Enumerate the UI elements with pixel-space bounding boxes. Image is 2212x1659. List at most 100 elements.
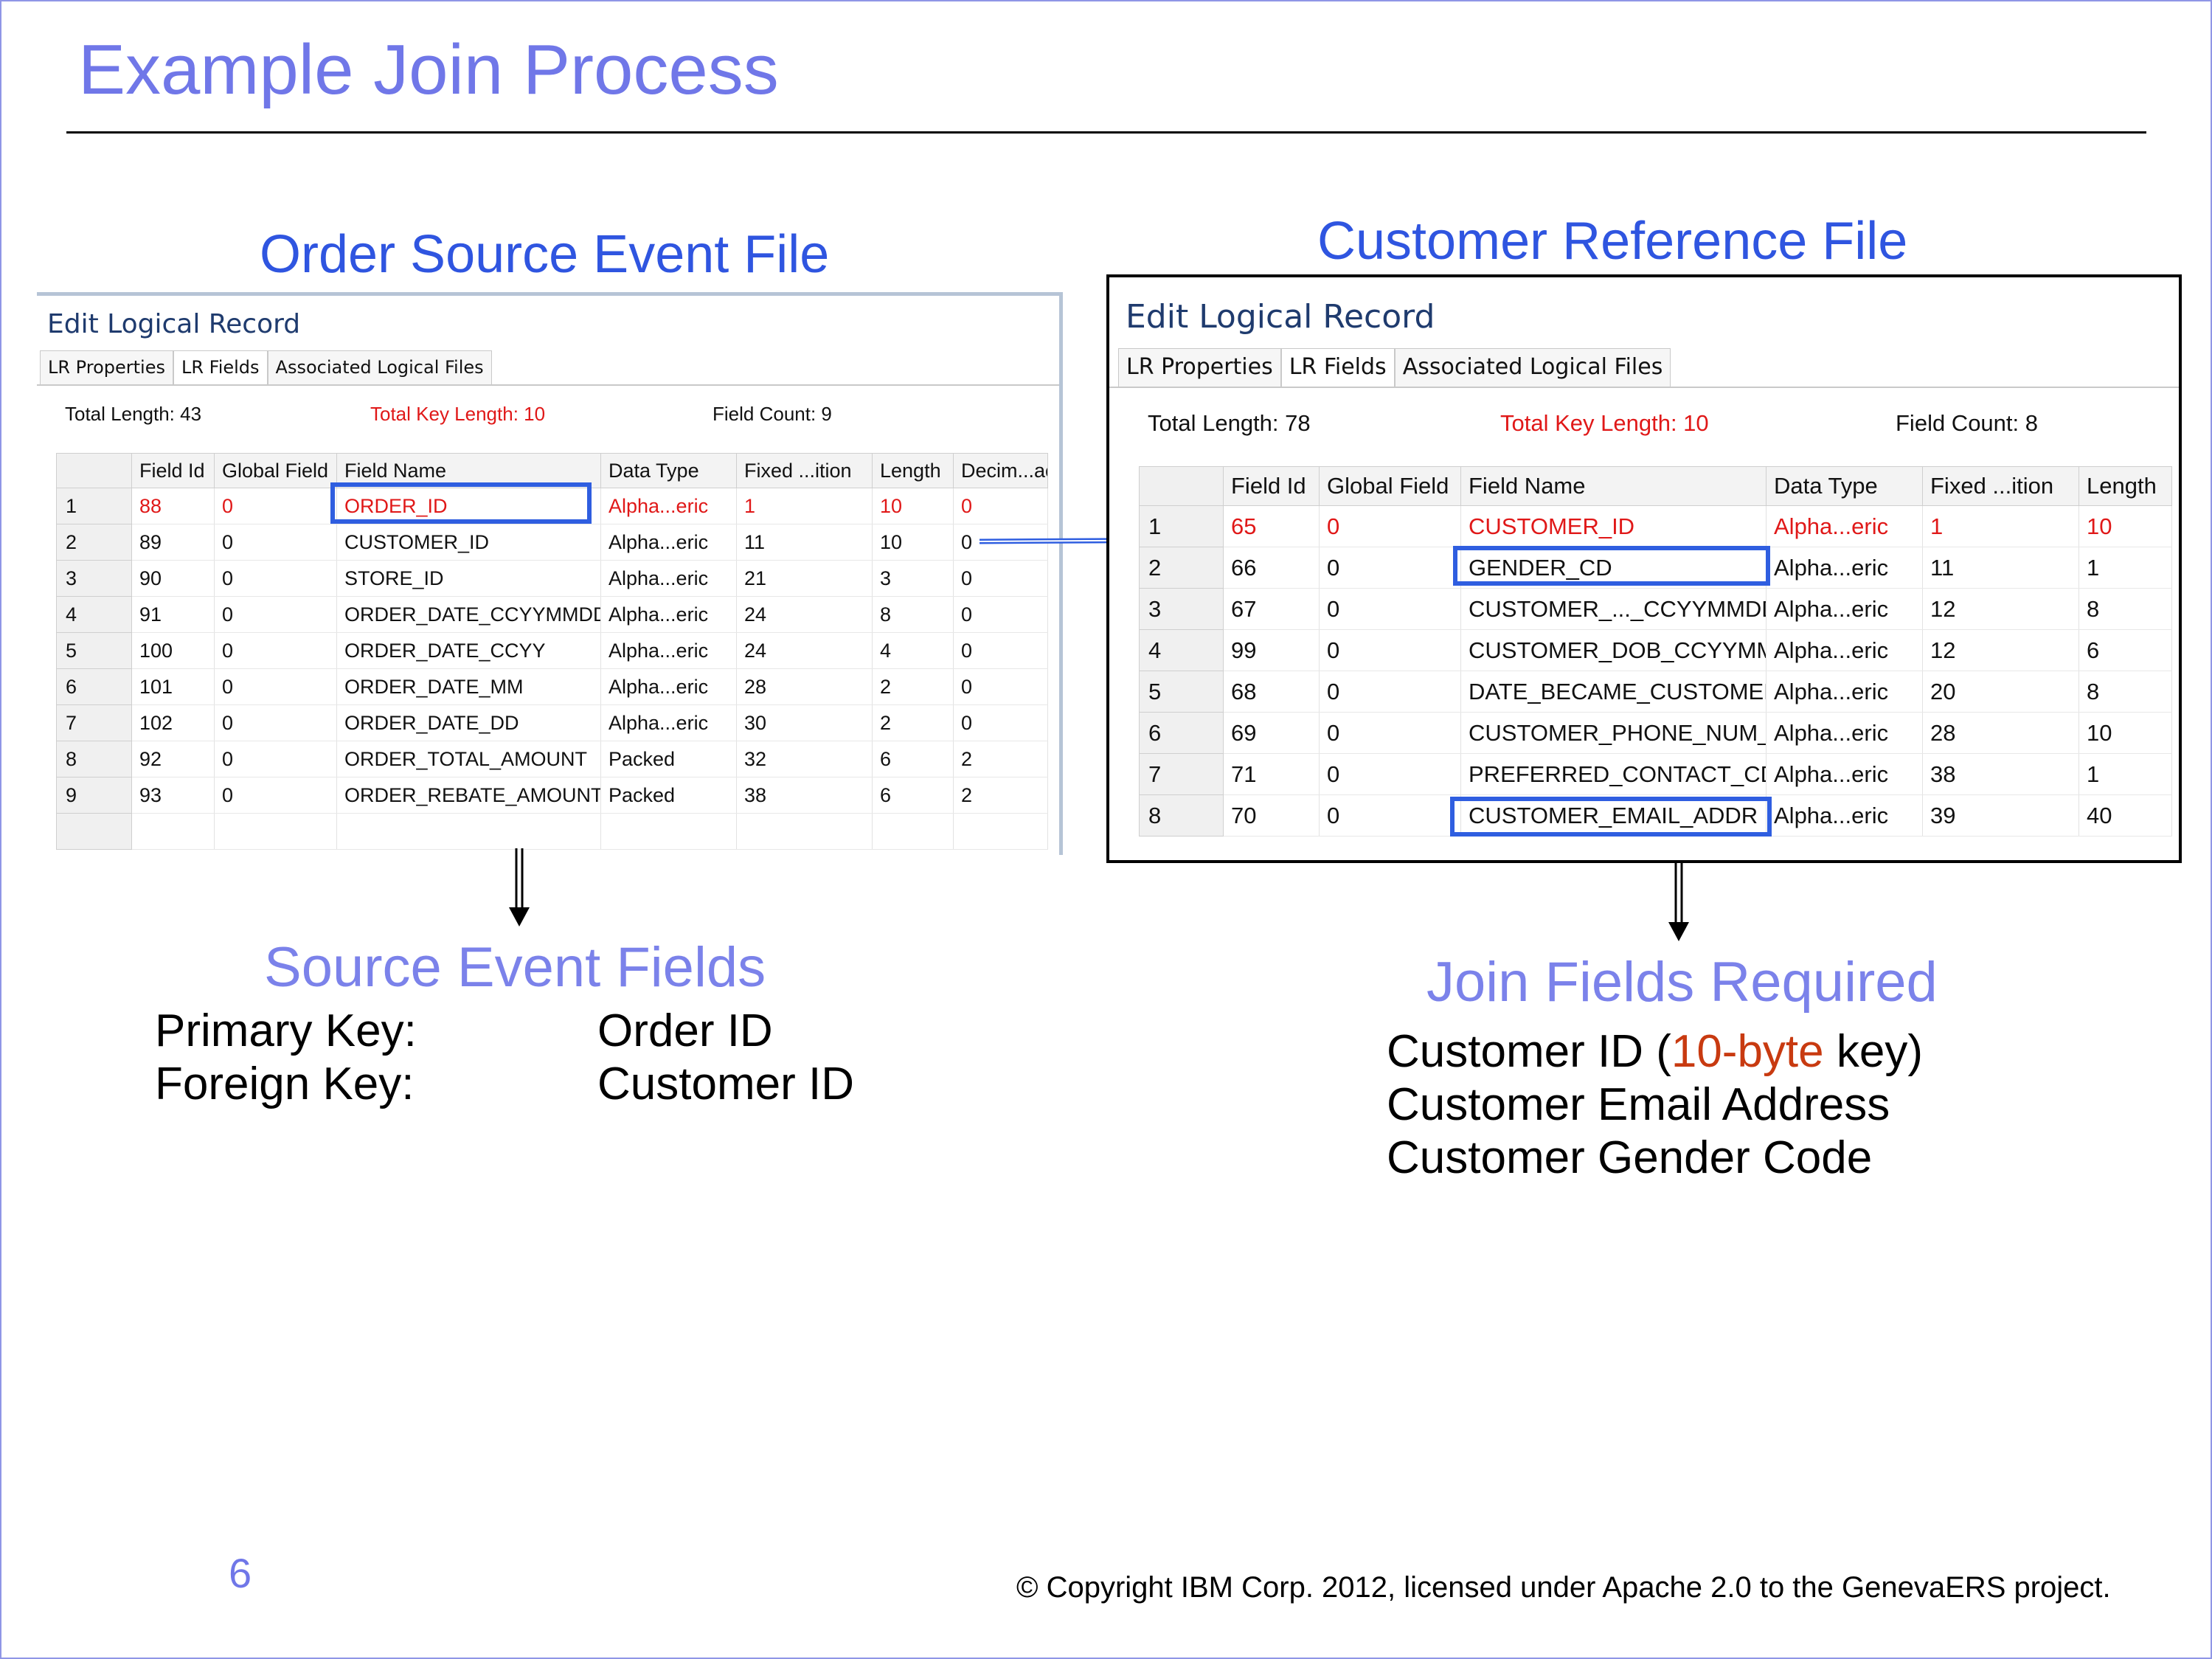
table-row[interactable]: 4 99 0 CUSTOMER_DOB_CCYYMM Alpha...eric 12 6 (1139, 629, 2172, 671)
table-cell: 69 (1223, 712, 1320, 754)
row-number: 3 (1139, 588, 1224, 630)
left-col-header[interactable]: Field Id (131, 453, 215, 488)
table-cell: 2 (953, 777, 1048, 814)
table-cell: CUSTOMER_PHONE_NUM_1 (1460, 712, 1767, 754)
primary-key-label: Primary Key: (155, 1005, 417, 1056)
key-size-highlight: 10-byte (1671, 1026, 1824, 1077)
right-tab-underline (1109, 387, 2179, 388)
table-cell: CUSTOMER_ID (1460, 505, 1767, 547)
left-col-header[interactable]: Global Field (214, 453, 337, 488)
table-cell: Alpha...eric (1766, 794, 1923, 837)
right-tab-associated-logical-files[interactable]: Associated Logical Files (1394, 348, 1671, 387)
row-number: 1 (56, 488, 132, 524)
page-number: 6 (229, 1550, 252, 1596)
right-col-header[interactable]: Fixed ...ition (1922, 466, 2079, 506)
table-cell: 1 (736, 488, 873, 524)
table-row[interactable]: 3 67 0 CUSTOMER_..._CCYYMMDD Alpha...eric 12 8 (1139, 588, 2172, 630)
table-row[interactable]: 1 65 0 CUSTOMER_ID Alpha...eric 1 10 (1139, 505, 2172, 547)
table-cell: Alpha...eric (1766, 547, 1923, 589)
table-row[interactable]: 6 101 0 ORDER_DATE_MM Alpha...eric 28 2 0 (56, 668, 1048, 705)
table-cell: Alpha...eric (600, 668, 737, 705)
right-col-header[interactable]: Data Type (1766, 466, 1923, 506)
table-cell: ORDER_DATE_MM (336, 668, 601, 705)
slide-title: Example Join Process (78, 30, 779, 109)
row-number: 6 (1139, 712, 1224, 754)
row-number: 5 (1139, 671, 1224, 713)
left-col-header[interactable]: Data Type (600, 453, 737, 488)
table-cell: 6 (872, 741, 954, 777)
table-cell: 68 (1223, 671, 1320, 713)
row-number: 1 (1139, 505, 1224, 547)
table-row[interactable]: 8 92 0 ORDER_TOTAL_AMOUNT Packed 32 6 2 (56, 741, 1048, 777)
left-col-header[interactable]: Length (872, 453, 954, 488)
table-cell: 38 (1922, 753, 2079, 795)
table-cell: 3 (872, 560, 954, 597)
table-cell: 8 (872, 596, 954, 633)
table-cell: 0 (214, 560, 337, 597)
left-down-arrow-icon (509, 848, 530, 927)
right-tab-lr-fields[interactable]: LR Fields (1280, 348, 1395, 387)
join-field-customer-id-pre: Customer ID ( (1387, 1026, 1671, 1077)
table-cell: 93 (131, 777, 215, 814)
join-field-customer-id-post: key) (1823, 1026, 1924, 1077)
left-tabs: LR Properties LR Fields Associated Logic… (40, 350, 492, 384)
gender-cd-highlight-box (1453, 546, 1770, 586)
table-cell: ORDER_REBATE_AMOUNT (336, 777, 601, 814)
table-cell: 4 (872, 632, 954, 669)
left-col-header[interactable]: Decim...ac (953, 453, 1048, 488)
right-window-title: Edit Logical Record (1126, 298, 1435, 336)
table-cell: Alpha...eric (600, 632, 737, 669)
table-cell: 2 (872, 668, 954, 705)
table-cell: 6 (872, 777, 954, 814)
empty-cell (214, 813, 337, 850)
table-cell: 24 (736, 632, 873, 669)
table-cell: 0 (214, 488, 337, 524)
row-number: 4 (1139, 629, 1224, 671)
join-field-customer-id: Customer ID (10-byte key) (1387, 1025, 1923, 1078)
table-row[interactable]: 5 100 0 ORDER_DATE_CCYY Alpha...eric 24 4 0 (56, 632, 1048, 669)
table-row[interactable]: 3 90 0 STORE_ID Alpha...eric 21 3 0 (56, 560, 1048, 597)
table-cell: 0 (214, 704, 337, 741)
empty-cell (872, 813, 954, 850)
table-cell: 91 (131, 596, 215, 633)
right-tab-lr-properties[interactable]: LR Properties (1118, 348, 1281, 387)
right-col-header[interactable]: Field Id (1223, 466, 1320, 506)
table-cell: 0 (953, 596, 1048, 633)
left-tab-associated-logical-files[interactable]: Associated Logical Files (267, 350, 492, 384)
left-total-key-length: Total Key Length: 10 (370, 403, 546, 425)
right-col-header[interactable]: Global Field (1319, 466, 1461, 506)
table-cell: Alpha...eric (600, 560, 737, 597)
join-field-customer-gender: Customer Gender Code (1387, 1132, 1873, 1183)
table-cell: STORE_ID (336, 560, 601, 597)
table-cell: 39 (1922, 794, 2079, 837)
table-cell: 1 (2078, 547, 2172, 589)
table-row[interactable]: 7 71 0 PREFERRED_CONTACT_CD Alpha...eric 38 1 (1139, 753, 2172, 795)
table-cell: ORDER_DATE_CCYY (336, 632, 601, 669)
table-row[interactable]: 2 89 0 CUSTOMER_ID Alpha...eric 11 10 0 (56, 524, 1048, 561)
right-col-header[interactable]: Field Name (1460, 466, 1767, 506)
table-cell: Alpha...eric (1766, 671, 1923, 713)
table-cell: 10 (872, 488, 954, 524)
table-cell: 0 (214, 777, 337, 814)
left-grid-corner (56, 453, 132, 488)
table-row[interactable]: 4 91 0 ORDER_DATE_CCYYMMDD Alpha...eric 24 8 0 (56, 596, 1048, 633)
left-col-header[interactable]: Fixed ...ition (736, 453, 873, 488)
table-row[interactable]: 6 69 0 CUSTOMER_PHONE_NUM_1 Alpha...eric 28 10 (1139, 712, 2172, 754)
table-cell: 0 (214, 741, 337, 777)
empty-cell (600, 813, 737, 850)
row-number: 6 (56, 668, 132, 705)
customer-email-addr-highlight-box (1450, 797, 1772, 837)
title-rule (66, 131, 2146, 134)
table-row[interactable]: 5 68 0 DATE_BECAME_CUSTOMER Alpha...eric 20 8 (1139, 671, 2172, 713)
table-row[interactable]: 7 102 0 ORDER_DATE_DD Alpha...eric 30 2 0 (56, 704, 1048, 741)
right-col-header[interactable]: Length (2078, 466, 2172, 506)
left-field-count: Field Count: 9 (713, 403, 832, 425)
table-cell: 0 (953, 632, 1048, 669)
table-row[interactable]: 9 93 0 ORDER_REBATE_AMOUNT Packed 38 6 2 (56, 777, 1048, 814)
empty-cell (736, 813, 873, 850)
table-cell: CUSTOMER_ID (336, 524, 601, 561)
left-tab-lr-properties[interactable]: LR Properties (40, 350, 173, 384)
left-tab-lr-fields[interactable]: LR Fields (173, 350, 268, 384)
table-cell: 0 (214, 632, 337, 669)
table-cell: 2 (953, 741, 1048, 777)
